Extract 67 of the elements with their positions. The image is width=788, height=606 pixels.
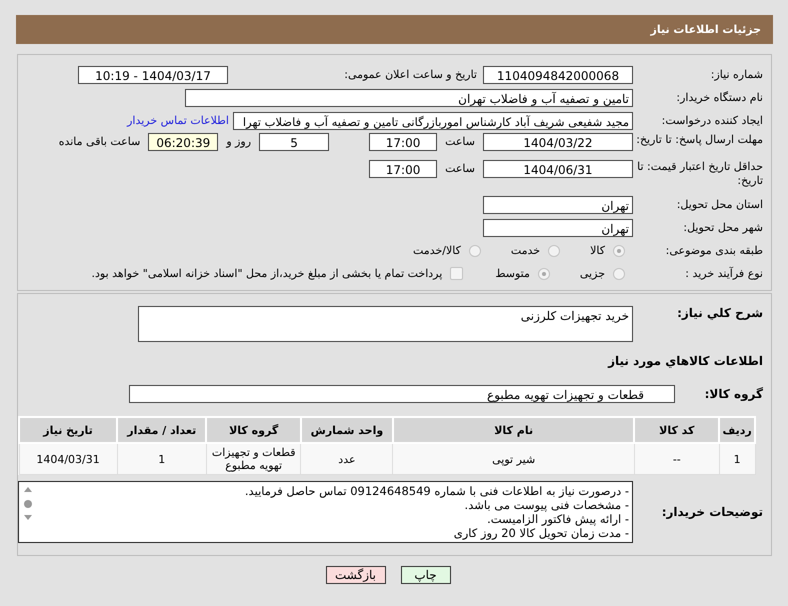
note-line: - مدت زمان تحویل کالا 20 روز کاری [452, 526, 629, 540]
field-label: شرح کلي نياز: [676, 306, 763, 320]
time-label: ساعت [445, 161, 475, 177]
date-field: 1404/06/31 [483, 160, 633, 178]
creator-field: مجید شفیعی شریف آباد کارشناس اموربازرگانی تامین و تصفیه آب و فاضلاب تهرا [233, 112, 633, 130]
days-label: روز و [226, 134, 252, 150]
field-label: استان محل تحویل: [676, 198, 763, 211]
province-field: تهران [483, 196, 633, 214]
radio-label: کالا/خدمت [413, 244, 461, 257]
radio-button[interactable] [613, 244, 625, 256]
radio-button[interactable] [548, 244, 560, 256]
radio-label: خدمت [510, 244, 540, 257]
column-header: گروه کالا [206, 417, 301, 443]
field-label: ایجاد کننده درخواست: [660, 114, 763, 127]
note-line: - ارائه پیش فاکتور الزامیست. [486, 512, 629, 526]
field-label: توضیحات خریدار: [660, 505, 763, 519]
column-header: واحد شمارش [300, 417, 393, 443]
field-label: گروه کالا: [704, 386, 763, 400]
need-number-field: 1104094842000068 [483, 66, 633, 84]
field-label: نام دستگاه خریدار: [675, 91, 763, 104]
note-line: - درصورت نیاز به اطلاعات فنی با شماره 09124648549 تماس حاصل فرمایید. [244, 484, 629, 498]
time-field: 17:00 [369, 160, 438, 178]
field-label: مهلت ارسال پاسخ: تا تاریخ: [635, 133, 763, 147]
radio-label: کالا [590, 244, 605, 257]
table-cell: -- [634, 443, 720, 474]
radio-label: جزیی [580, 267, 605, 280]
radio-button[interactable] [538, 268, 550, 280]
table-cell: عدد [300, 443, 393, 474]
table-cell: شیر توپی [392, 443, 634, 474]
announce-date-field: 1404/03/17 - 10:19 [78, 66, 228, 84]
back-button[interactable]: بازگشت [326, 566, 386, 584]
date-field: 1404/03/22 [483, 133, 633, 151]
field-label: شهر محل تحویل: [682, 221, 763, 234]
field-label: تاریخ و ساعت اعلان عمومی: [343, 68, 477, 81]
checkbox[interactable] [450, 267, 464, 280]
table-cell: 1404/03/31 [19, 443, 118, 474]
time-label: ساعت [445, 134, 475, 150]
field-label: طبقه بندی موضوعی: [664, 244, 763, 257]
column-header: ردیف [719, 417, 755, 443]
column-header: تاریخ نیاز [19, 417, 118, 443]
section-title: اطلاعات کالاهاي مورد نياز [608, 354, 763, 368]
page-title: جزئیات اطلاعات نیاز [650, 23, 761, 36]
radio-label: متوسط [495, 267, 530, 280]
time-field: 17:00 [369, 133, 438, 151]
description-textarea[interactable]: خرید تجهیزات کلرزنی [138, 306, 633, 342]
buyer-field: تامین و تصفیه آب و فاضلاب تهران [185, 88, 633, 106]
contact-link[interactable]: اطلاعات تماس خریدار [127, 114, 229, 127]
radio-button[interactable] [468, 244, 481, 256]
table-cell: 1 [719, 443, 755, 474]
notes-textarea[interactable]: - درصورت نیاز به اطلاعات فنی با شماره 09124648549 تماس حاصل فرمایید. - مشخصات فنی پیوست می باشد. - ارائه پیش فاکتور الزامیست. - مدت زمان تحویل کالا 20 روز کاری [18, 481, 633, 543]
note-line: - مشخصات فنی پیوست می باشد. [464, 498, 629, 512]
city-field: تهران [483, 218, 633, 236]
print-button[interactable]: چاپ [400, 566, 450, 584]
column-header: تعداد / مقدار [117, 417, 206, 443]
table-cell: 1 [117, 443, 206, 474]
radio-button[interactable] [613, 268, 625, 280]
field-label: نوع فرآیند خرید : [684, 267, 763, 280]
remaining-label: ساعت باقی مانده [58, 134, 140, 150]
column-header: کد کالا [634, 417, 720, 443]
days-field: 5 [259, 133, 330, 151]
field-label: حداقل تاریخ اعتبار قیمت: تا تاریخ: [636, 160, 763, 188]
checkbox-label: پرداخت تمام یا بخشی از مبلغ خرید،از محل "اسناد خزانه اسلامی" خواهد بود. [92, 267, 442, 280]
column-header: نام کالا [392, 417, 634, 443]
table-cell: قطعات و تجهیزات تهویه مطبوع [206, 443, 301, 474]
goods-group-field: قطعات و تجهیزات تهویه مطبوع [129, 384, 675, 402]
remaining-field: 06:20:39 [148, 133, 218, 151]
field-label: شماره نیاز: [710, 68, 763, 81]
